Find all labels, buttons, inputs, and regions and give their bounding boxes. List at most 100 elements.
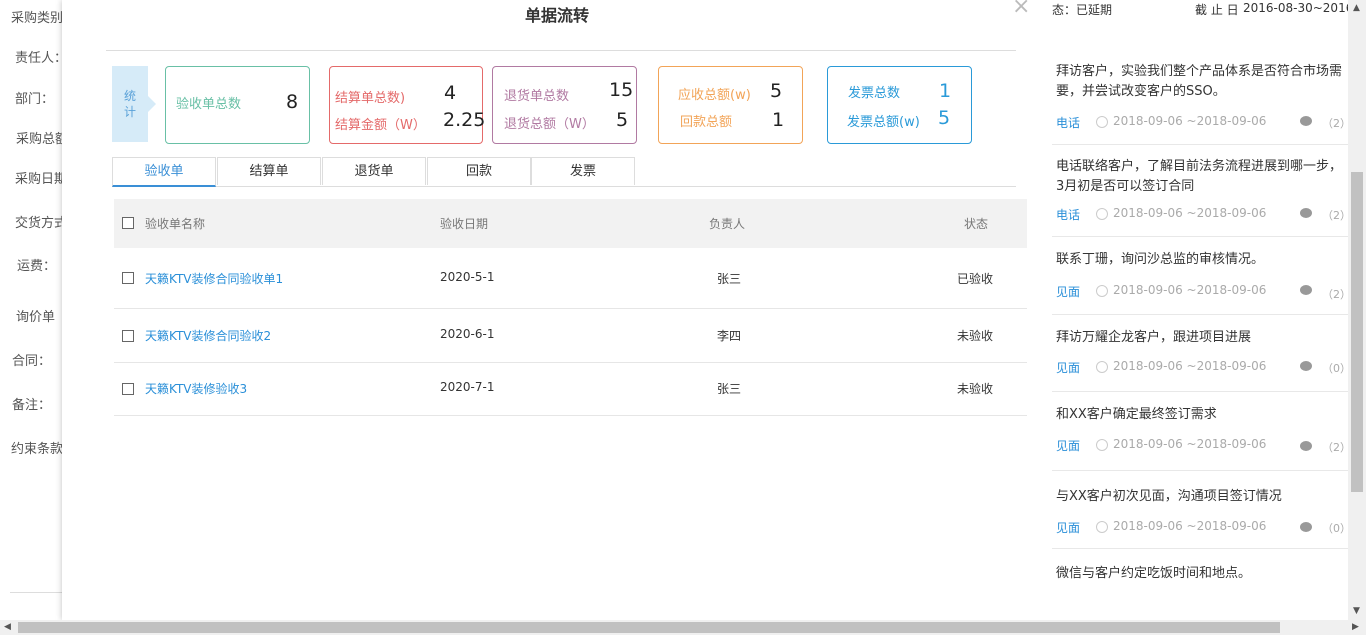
scroll-left-icon[interactable]: ◀ (4, 622, 11, 632)
refund-label: 回款总额 (680, 115, 733, 130)
receivable-stat-card: 应收总额(w) 5 回款总额 1 (658, 66, 803, 144)
deadline-label: 截 止 日 (1195, 3, 1239, 17)
stats-tag: 统 计 (112, 66, 156, 142)
row-name-link[interactable]: 天籁KTV装修合同验收2 (145, 327, 271, 344)
stats-tag-char-1: 统 (123, 89, 136, 103)
returns-count-label: 退货单总数 (504, 89, 570, 104)
comment-icon[interactable] (1300, 522, 1312, 532)
activity-type[interactable]: 见面 (1056, 283, 1080, 300)
row-name-link[interactable]: 天籁KTV装修合同验收单1 (145, 270, 283, 287)
row-date: 2020-6-1 (440, 327, 495, 341)
activity-type[interactable]: 见面 (1056, 437, 1080, 454)
activity-date: 2018-09-06 ~2018-09-06 (1113, 114, 1267, 128)
label-inquiry: 询价单 (16, 310, 56, 325)
row-owner: 张三 (717, 272, 742, 286)
activity-item[interactable]: 和XX客户确定最终签订需求 见面 2018-09-06 ~2018-09-06 … (1052, 391, 1348, 471)
vertical-scrollbar[interactable]: ▲ ▼ (1348, 0, 1366, 620)
activity-item[interactable]: 拜访客户，实验我们整个产品体系是否符合市场需要，并尝试改变客户的SSO。 电话 … (1052, 52, 1348, 145)
activity-date: 2018-09-06 ~2018-09-06 (1113, 437, 1267, 451)
returns-count-value: 15 (609, 79, 634, 101)
row-checkbox[interactable] (122, 383, 134, 395)
scroll-right-icon[interactable]: ▶ (1352, 622, 1359, 632)
clock-icon (1096, 116, 1108, 128)
title-divider (106, 50, 1016, 51)
comment-icon[interactable] (1300, 441, 1312, 451)
clock-icon (1096, 208, 1108, 220)
label-department: 部门： (15, 92, 55, 107)
horizontal-scroll-thumb[interactable] (18, 622, 1280, 633)
divider (10, 592, 62, 593)
settlement-stat-card: 结算单总数) 4 结算金额（W） 2.25 (329, 66, 485, 144)
activity-item[interactable]: 电话联络客户，了解目前法务流程进展到哪一步，3月初是否可以签订合同 电话 201… (1052, 144, 1348, 237)
activity-text: 拜访万耀企龙客户，跟进项目进展 (1056, 330, 1252, 345)
row-owner: 张三 (717, 382, 742, 396)
row-checkbox[interactable] (122, 272, 134, 284)
label-delivery: 交货方式 (15, 216, 62, 231)
table-header: 验收单名称 验收日期 负责人 状态 (114, 199, 1027, 248)
activity-text: 联系丁珊，询问沙总监的审核情况。 (1056, 252, 1265, 267)
header-name: 验收单名称 (145, 217, 206, 231)
label-terms: 约束条款 (11, 442, 62, 457)
comment-count: （2） (1322, 117, 1348, 130)
close-icon[interactable]: × (1012, 0, 1030, 19)
invoice-count-value: 1 (939, 80, 952, 102)
activity-item[interactable]: 拜访万耀企龙客户，跟进项目进展 见面 2018-09-06 ~2018-09-0… (1052, 314, 1348, 392)
comment-icon[interactable] (1300, 208, 1312, 218)
receivable-value: 5 (770, 80, 783, 102)
refund-value: 1 (772, 109, 785, 131)
invoice-amount-label: 发票总额(w) (847, 115, 920, 130)
acceptance-count-label: 验收单总数 (176, 97, 242, 112)
settlement-count-value: 4 (444, 82, 457, 104)
activity-text: 微信与客户约定吃饭时间和地点。 (1056, 566, 1252, 581)
comment-icon[interactable] (1300, 361, 1312, 371)
table-row: 天籁KTV装修合同验收单1 2020-5-1 张三 已验收 (114, 255, 1027, 309)
invoice-amount-value: 5 (938, 107, 951, 129)
row-status: 未验收 (957, 382, 994, 396)
document-flow-modal: 单据流转 × 统 计 验收单总数 8 结算单总数) 4 结算金额（W） 2.25… (62, 0, 1052, 620)
activity-item[interactable]: 微信与客户约定吃饭时间和地点。 (1052, 548, 1348, 620)
comment-icon[interactable] (1300, 285, 1312, 295)
tab-refund[interactable]: 回款 (427, 157, 531, 185)
tab-bar-line (112, 186, 1016, 187)
activity-text: 拜访客户，实验我们整个产品体系是否符合市场需要，并尝试改变客户的SSO。 (1056, 64, 1343, 99)
header-date: 验收日期 (440, 217, 489, 231)
activity-item[interactable]: 与XX客户初次见面，沟通项目签订情况 见面 2018-09-06 ~2018-0… (1052, 470, 1348, 549)
returns-stat-card: 退货单总数 15 退货总额（W） 5 (492, 66, 637, 144)
activity-panel: 态：已延期 截 止 日 2016-08-30~2016-0 拜访客户，实验我们整… (1052, 0, 1348, 620)
comment-icon[interactable] (1300, 116, 1312, 126)
activity-text: 电话联络客户，了解目前法务流程进展到哪一步，3月初是否可以签订合同 (1056, 159, 1343, 194)
stats-tag-char-2: 计 (123, 105, 136, 119)
label-freight: 运费： (17, 259, 57, 274)
status-text: 态：已延期 (1052, 3, 1113, 17)
scroll-up-icon[interactable]: ▲ (1353, 3, 1360, 13)
acceptance-stat-card: 验收单总数 8 (165, 66, 310, 144)
row-checkbox[interactable] (122, 330, 134, 342)
activity-type[interactable]: 见面 (1056, 359, 1080, 376)
clock-icon (1096, 285, 1108, 297)
tab-returns[interactable]: 退货单 (322, 157, 426, 185)
scroll-down-icon[interactable]: ▼ (1353, 606, 1360, 616)
activity-item[interactable]: 联系丁珊，询问沙总监的审核情况。 见面 2018-09-06 ~2018-09-… (1052, 236, 1348, 315)
row-name-link[interactable]: 天籁KTV装修验收3 (145, 380, 247, 397)
comment-count: （0） (1322, 522, 1348, 535)
activity-type[interactable]: 电话 (1056, 114, 1080, 131)
label-purchase-date: 采购日期 (15, 172, 62, 187)
activity-type[interactable]: 电话 (1056, 206, 1080, 223)
header-owner: 负责人 (709, 217, 746, 231)
tab-invoice[interactable]: 发票 (531, 157, 635, 185)
activity-date: 2018-09-06 ~2018-09-06 (1113, 359, 1267, 373)
select-all-checkbox[interactable] (122, 217, 134, 229)
clock-icon (1096, 361, 1108, 373)
label-contract: 合同： (12, 354, 52, 369)
clock-icon (1096, 439, 1108, 451)
tab-settlement[interactable]: 结算单 (217, 157, 321, 185)
vertical-scroll-thumb[interactable] (1351, 172, 1363, 492)
activity-type[interactable]: 见面 (1056, 519, 1080, 536)
table-row: 天籁KTV装修合同验收2 2020-6-1 李四 未验收 (114, 309, 1027, 363)
acceptance-count-value: 8 (286, 91, 299, 113)
receivable-label: 应收总额(w) (678, 88, 751, 103)
row-owner: 李四 (717, 329, 742, 343)
horizontal-scrollbar[interactable]: ◀ ▶ (0, 620, 1366, 635)
tab-acceptance[interactable]: 验收单 (112, 157, 216, 187)
invoice-stat-card: 发票总数 1 发票总额(w) 5 (827, 66, 972, 144)
